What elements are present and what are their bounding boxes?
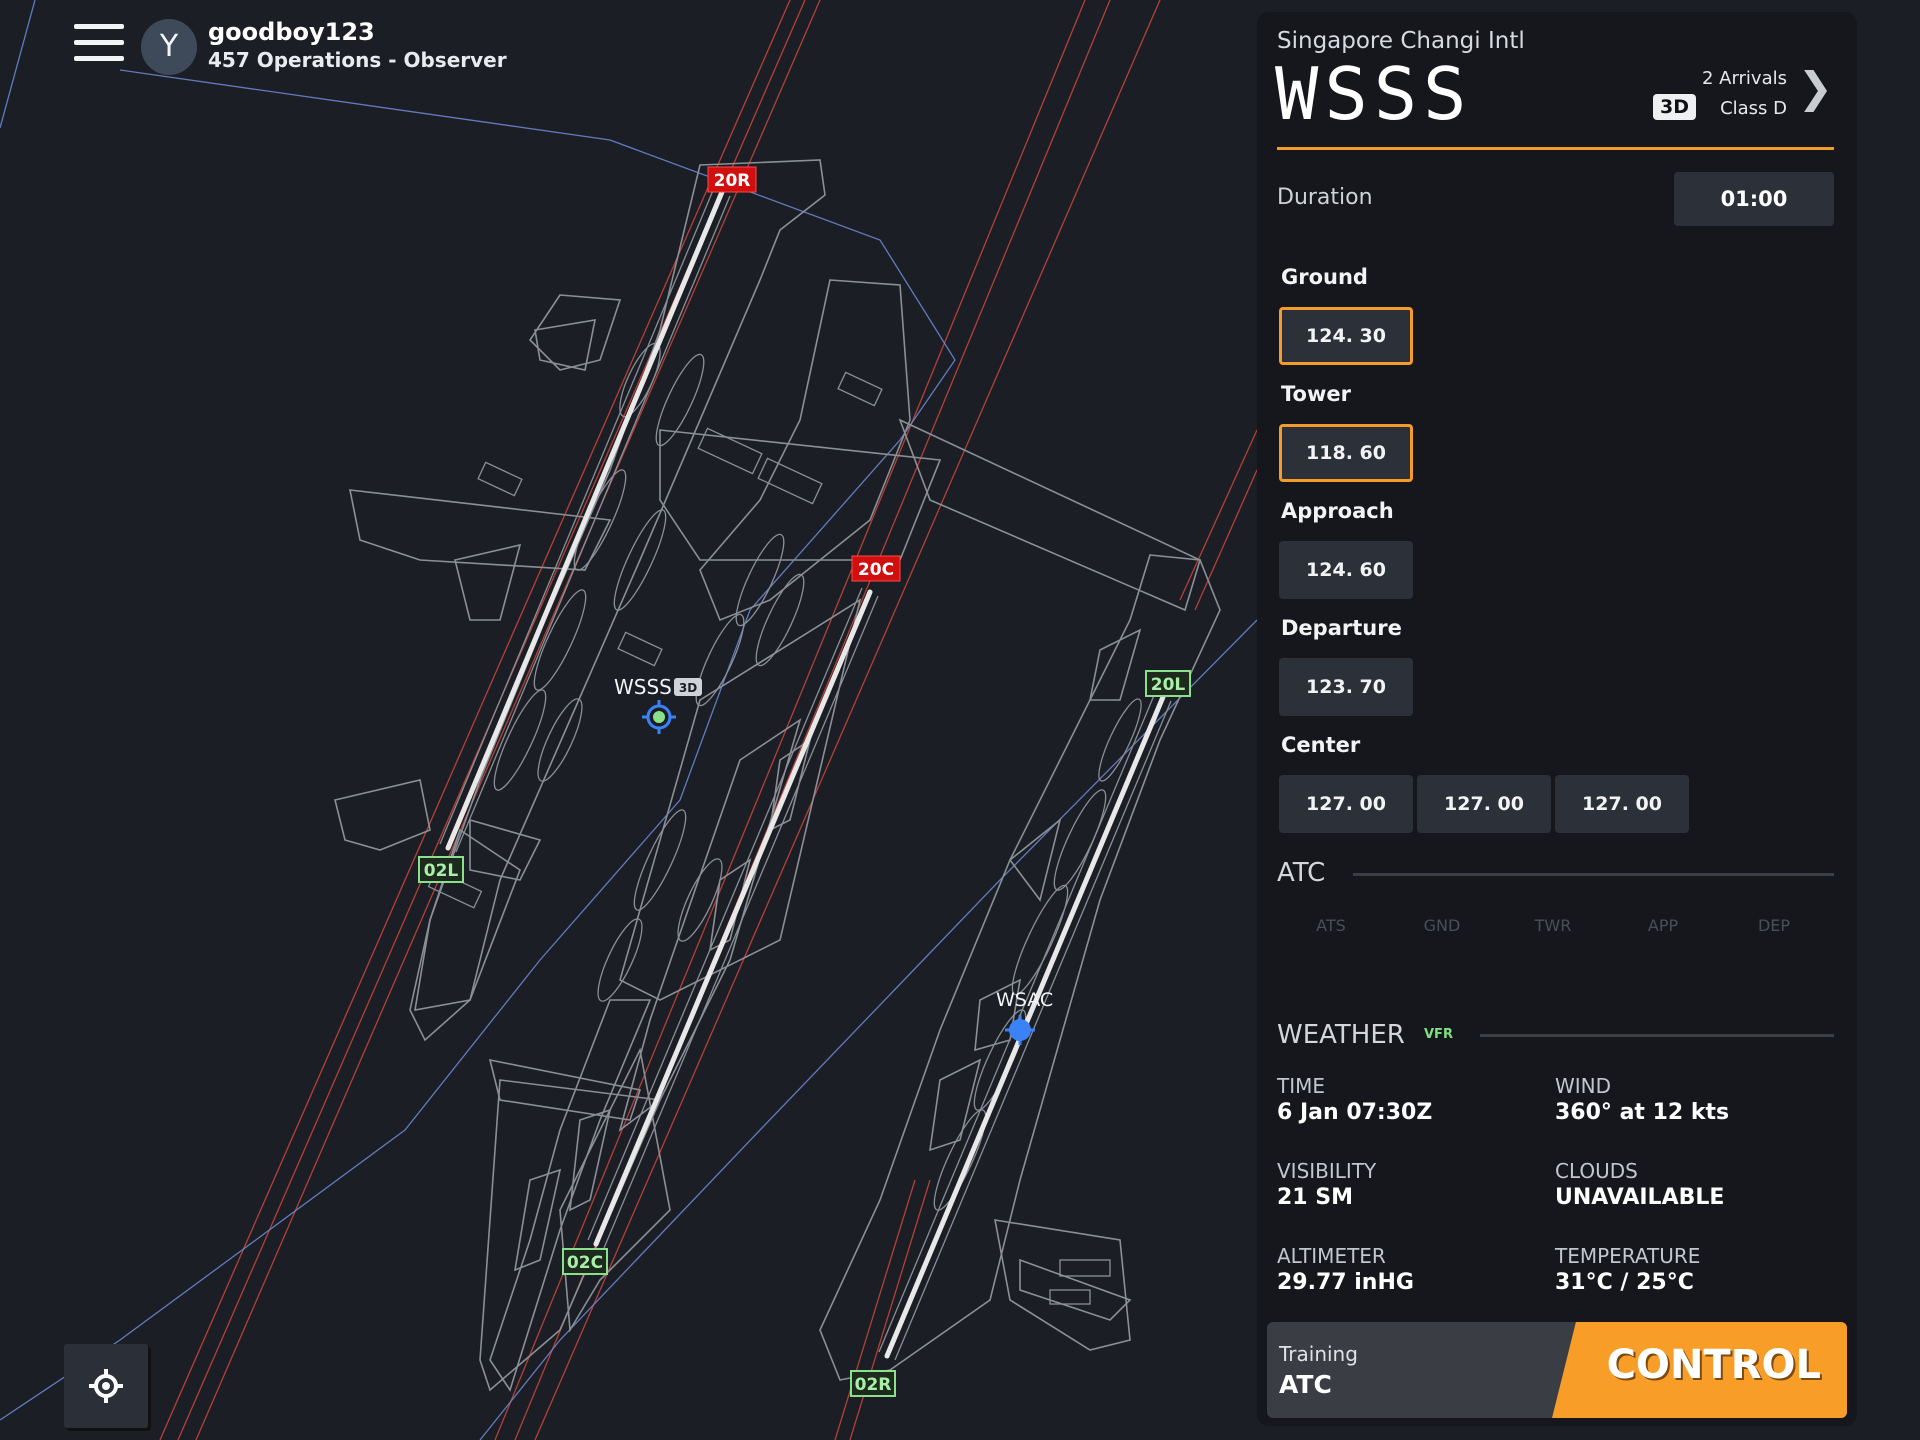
runway-label-20L[interactable]: 20L xyxy=(1145,670,1191,697)
weather-title: WEATHER xyxy=(1277,1020,1405,1050)
runway-label-02L[interactable]: 02L xyxy=(418,856,464,883)
svg-text:02L: 02L xyxy=(424,861,459,881)
atc-tab-ats[interactable]: ATS xyxy=(1291,916,1371,935)
svg-text:20R: 20R xyxy=(714,171,751,191)
svg-text:3D: 3D xyxy=(679,681,697,695)
weather-altimeter-label: ALTIMETER xyxy=(1277,1244,1386,1268)
ground-frequency-button[interactable]: 124. 30 xyxy=(1279,307,1413,365)
svg-text:02R: 02R xyxy=(855,1375,892,1395)
runway-label-20C[interactable]: 20C xyxy=(851,555,901,582)
center-frequency-button-1[interactable]: 127. 00 xyxy=(1279,775,1413,833)
weather-temperature-label: TEMPERATURE xyxy=(1555,1244,1701,1268)
weather-time-value: 6 Jan 07:30Z xyxy=(1277,1100,1433,1125)
header-divider xyxy=(1277,147,1834,150)
control-bar: Training ATC CONTROL xyxy=(1267,1322,1847,1418)
svg-text:WSAC: WSAC xyxy=(996,989,1053,1011)
atc-tab-app[interactable]: APP xyxy=(1623,916,1703,935)
weather-wind-value: 360° at 12 kts xyxy=(1555,1100,1730,1125)
hamburger-menu-icon[interactable] xyxy=(74,24,124,68)
airport-target-icon xyxy=(642,700,676,734)
username: goodboy123 xyxy=(208,18,375,46)
weather-divider xyxy=(1480,1034,1834,1037)
duration-label: Duration xyxy=(1277,185,1373,210)
locate-button[interactable] xyxy=(64,1344,148,1428)
runway-label-02C[interactable]: 02C xyxy=(562,1248,608,1275)
runway-outlines xyxy=(439,187,1172,1361)
atc-tab-twr[interactable]: TWR xyxy=(1513,916,1593,935)
ground-label: Ground xyxy=(1281,265,1368,289)
runway-label-20R[interactable]: 20R xyxy=(707,166,757,193)
approach-frequency-button[interactable]: 124. 60 xyxy=(1279,541,1413,599)
duration-input[interactable]: 01:00 xyxy=(1674,172,1834,226)
atc-divider xyxy=(1353,873,1834,876)
training-position[interactable]: ATC xyxy=(1279,1370,1332,1399)
chevron-right-icon[interactable]: ❯ xyxy=(1798,67,1833,109)
3d-badge[interactable]: 3D xyxy=(1653,94,1696,120)
svg-text:20L: 20L xyxy=(1151,675,1186,695)
weather-time-label: TIME xyxy=(1277,1074,1326,1098)
atc-title: ATC xyxy=(1277,858,1326,888)
runways xyxy=(445,189,1166,1359)
airport-icao: WSSS xyxy=(1275,52,1473,136)
weather-clouds-value: UNAVAILABLE xyxy=(1555,1185,1725,1210)
svg-text:20C: 20C xyxy=(858,560,894,580)
control-button[interactable]: CONTROL xyxy=(1607,1342,1821,1388)
weather-temperature-value: 31°C / 25°C xyxy=(1555,1270,1694,1295)
center-frequency-button-2[interactable]: 127. 00 xyxy=(1417,775,1551,833)
crosshair-locate-icon xyxy=(89,1369,123,1403)
atc-tab-gnd[interactable]: GND xyxy=(1402,916,1482,935)
approach-label: Approach xyxy=(1281,499,1394,523)
weather-visibility-value: 21 SM xyxy=(1277,1185,1354,1210)
weather-altimeter-value: 29.77 inHG xyxy=(1277,1270,1414,1295)
flight-rules-badge: VFR xyxy=(1424,1027,1453,1042)
avatar[interactable]: Y xyxy=(141,19,197,75)
atc-tab-dep[interactable]: DEP xyxy=(1734,916,1814,935)
airport-marker-wsss[interactable]: WSSS 3D xyxy=(614,675,702,734)
approach-lines xyxy=(159,0,1258,1440)
airport-name: Singapore Changi Intl xyxy=(1277,28,1525,54)
weather-wind-label: WIND xyxy=(1555,1074,1612,1098)
departure-label: Departure xyxy=(1281,616,1402,640)
training-label: Training xyxy=(1279,1342,1358,1366)
user-role: 457 Operations - Observer xyxy=(208,48,507,72)
airport-panel: Singapore Changi Intl WSSS 3D 2 Arrivals… xyxy=(1257,12,1857,1426)
svg-text:WSSS: WSSS xyxy=(614,675,672,699)
center-label: Center xyxy=(1281,733,1361,757)
weather-visibility-label: VISIBILITY xyxy=(1277,1159,1377,1183)
tower-frequency-button[interactable]: 118. 60 xyxy=(1279,424,1413,482)
airspace-class: Class D xyxy=(1720,98,1787,119)
departure-frequency-button[interactable]: 123. 70 xyxy=(1279,658,1413,716)
arrivals-count: 2 Arrivals xyxy=(1701,68,1787,89)
tower-label: Tower xyxy=(1281,382,1351,406)
runway-label-02R[interactable]: 02R xyxy=(850,1370,896,1397)
airport-marker-wsac[interactable]: WSAC xyxy=(996,989,1053,1045)
svg-text:02C: 02C xyxy=(567,1253,603,1273)
weather-clouds-label: CLOUDS xyxy=(1555,1159,1638,1183)
center-frequency-button-3[interactable]: 127. 00 xyxy=(1555,775,1689,833)
